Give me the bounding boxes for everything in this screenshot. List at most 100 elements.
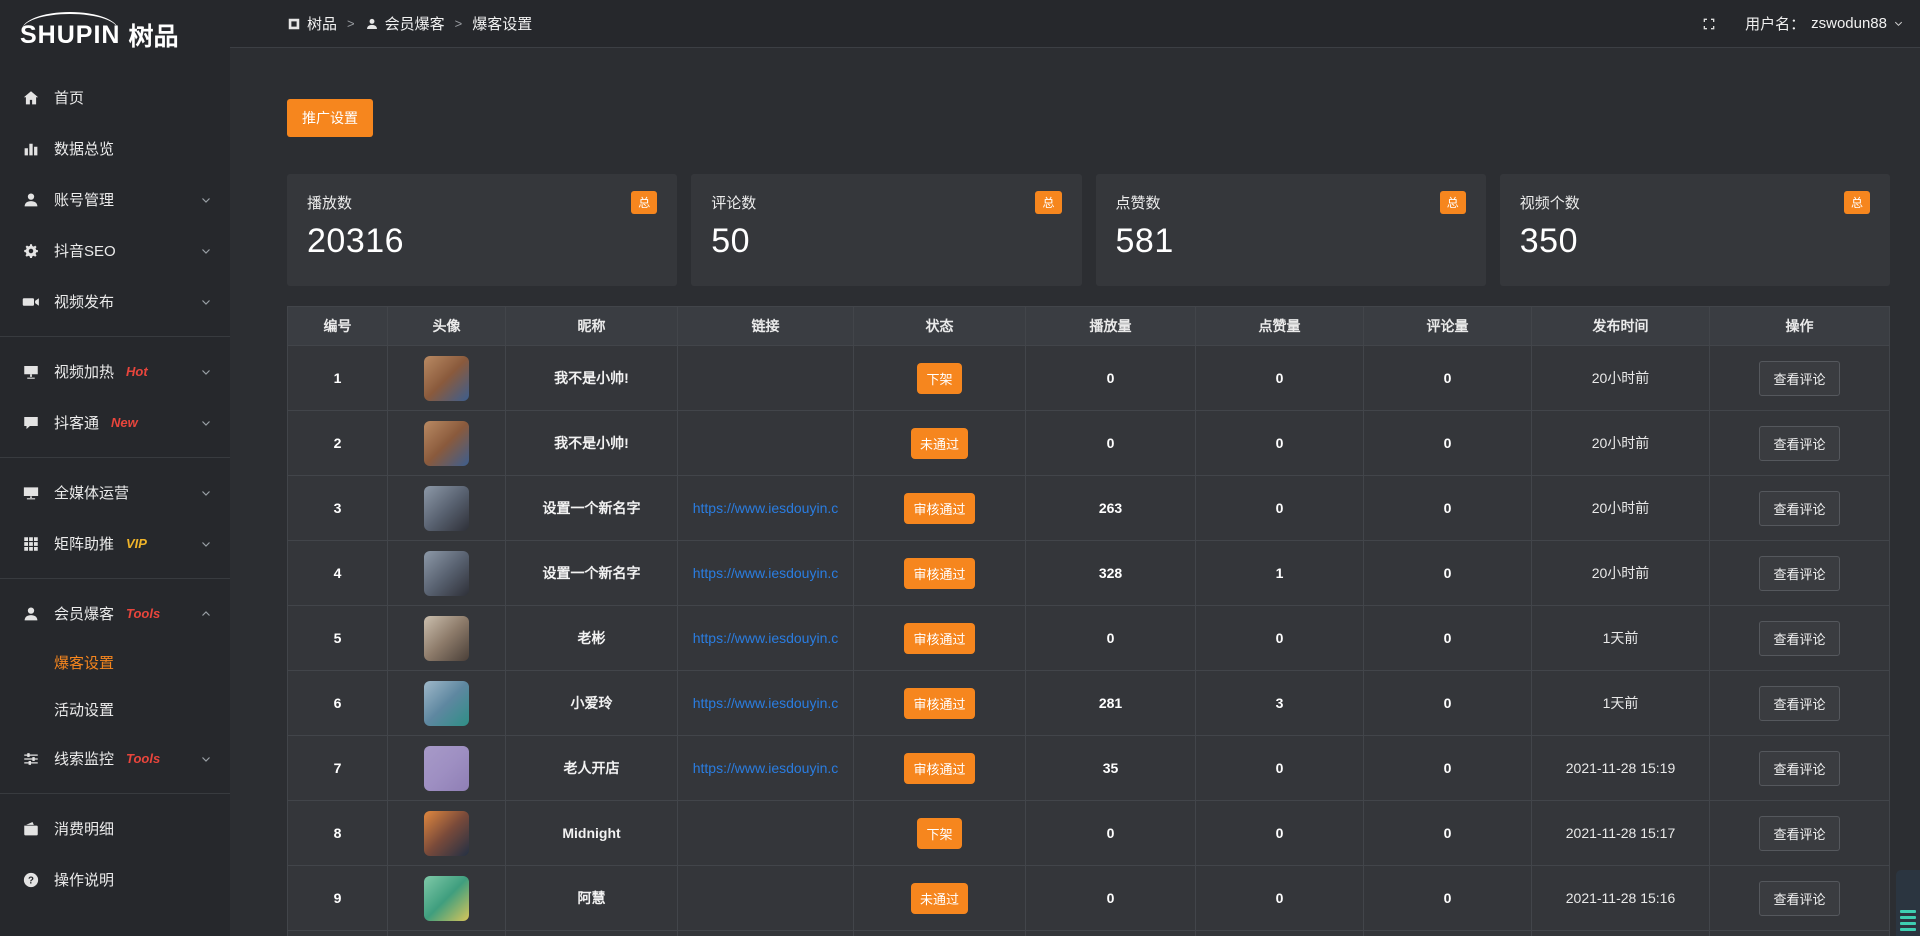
status-badge[interactable]: 审核通过: [904, 623, 974, 654]
avatar: [424, 421, 469, 466]
cell-comments: 0: [1364, 866, 1532, 931]
promotion-settings-button[interactable]: 推广设置: [287, 99, 373, 137]
video-link[interactable]: https://www.iesdouyin.c: [693, 500, 839, 516]
view-comments-button[interactable]: 查看评论: [1759, 621, 1839, 656]
sidebar-item-视频加热[interactable]: 视频加热 Hot: [0, 346, 230, 397]
video-link[interactable]: https://www.iesdouyin.c: [693, 760, 839, 776]
fullscreen-icon[interactable]: [1701, 16, 1717, 32]
cell-comments: 0: [1364, 541, 1532, 606]
stat-card: 点赞数 总 581: [1096, 174, 1486, 286]
view-comments-button[interactable]: 查看评论: [1759, 881, 1839, 916]
chevron-down-icon: [200, 538, 212, 550]
avatar: [424, 356, 469, 401]
stat-card: 播放数 总 20316: [287, 174, 677, 286]
sidebar-item-label: 抖客通: [54, 412, 99, 433]
status-badge[interactable]: 审核通过: [904, 493, 974, 524]
table-header-发布时间: 发布时间: [1532, 307, 1710, 346]
sidebar-item-label: 首页: [54, 87, 84, 108]
cell-publish-time: 2021-11-28 15:16: [1532, 866, 1710, 931]
cell-publish-time: 1天前: [1532, 671, 1710, 736]
breadcrumb-section[interactable]: 会员爆客: [365, 13, 445, 34]
cell-nickname: [506, 931, 678, 936]
chevron-up-icon: [200, 608, 212, 620]
total-badge: 总: [1035, 191, 1061, 214]
sidebar-item-消费明细[interactable]: 消费明细: [0, 803, 230, 854]
table-header-row: 编号 头像 昵称 链接 状态 播放量 点赞量 评论量 发布时间 操作: [288, 307, 1889, 346]
cell-plays: 35: [1026, 736, 1196, 801]
sidebar-item-首页[interactable]: 首页: [0, 72, 230, 123]
sidebar-item-抖客通[interactable]: 抖客通 New: [0, 397, 230, 448]
sidebar-item-tag: Hot: [126, 364, 148, 379]
support-widget[interactable]: [1896, 870, 1920, 936]
sidebar-divider: [0, 457, 230, 458]
sidebar-item-视频发布[interactable]: 视频发布: [0, 276, 230, 327]
sidebar-item-操作说明[interactable]: ? 操作说明: [0, 854, 230, 905]
sidebar-item-账号管理[interactable]: 账号管理: [0, 174, 230, 225]
video-link[interactable]: https://www.iesdouyin.c: [693, 630, 839, 646]
table-header-状态: 状态: [854, 307, 1026, 346]
cell-nickname: 小爱玲: [506, 671, 678, 736]
video-link[interactable]: https://www.iesdouyin.c: [693, 695, 839, 711]
avatar: [424, 811, 469, 856]
grid-icon: [22, 535, 40, 553]
table-row: 5 老彬 https://www.iesdouyin.c 审核通过 0 0 0 …: [288, 606, 1889, 671]
status-badge[interactable]: 未通过: [911, 428, 968, 459]
breadcrumb-home[interactable]: 树品: [287, 13, 337, 34]
status-badge[interactable]: 下架: [917, 818, 961, 849]
cell-comments: 0: [1364, 346, 1532, 411]
status-badge[interactable]: 审核通过: [904, 558, 974, 589]
table-header-操作: 操作: [1710, 307, 1889, 346]
view-comments-button[interactable]: 查看评论: [1759, 751, 1839, 786]
sliders-icon: [22, 750, 40, 768]
cell-id: 7: [288, 736, 388, 801]
cell-plays: 0: [1026, 866, 1196, 931]
cell-nickname: 设置一个新名字: [506, 476, 678, 541]
status-badge[interactable]: 审核通过: [904, 753, 974, 784]
sidebar-subitem-label: 活动设置: [54, 699, 114, 720]
view-comments-button[interactable]: 查看评论: [1759, 491, 1839, 526]
table-row: 6 小爱玲 https://www.iesdouyin.c 审核通过 281 3…: [288, 671, 1889, 736]
view-comments-button[interactable]: 查看评论: [1759, 816, 1839, 851]
sidebar-item-全媒体运营[interactable]: 全媒体运营: [0, 467, 230, 518]
sidebar-item-抖音SEO[interactable]: 抖音SEO: [0, 225, 230, 276]
user-menu[interactable]: 用户名：zswodun88: [1745, 13, 1904, 34]
cell-id: 2: [288, 411, 388, 476]
stat-card-label: 评论数: [711, 192, 756, 213]
cell-likes: 0: [1196, 476, 1364, 541]
question-icon: ?: [22, 871, 40, 889]
status-badge[interactable]: 未通过: [911, 883, 968, 914]
sidebar-item-label: 账号管理: [54, 189, 114, 210]
total-badge: 总: [631, 191, 657, 214]
status-badge[interactable]: 审核通过: [904, 688, 974, 719]
view-comments-button[interactable]: 查看评论: [1759, 361, 1839, 396]
sidebar-item-矩阵助推[interactable]: 矩阵助推 VIP: [0, 518, 230, 569]
view-comments-button[interactable]: 查看评论: [1759, 686, 1839, 721]
table-row: 8 Midnight 下架 0 0 0 2021-11-28 15:17 查看评…: [288, 801, 1889, 866]
app-logo[interactable]: SHUPIN 树品: [0, 0, 230, 58]
sidebar-item-tag: New: [111, 415, 138, 430]
sidebar-item-label: 操作说明: [54, 869, 114, 890]
cell-nickname: 我不是小帅!: [506, 346, 678, 411]
breadcrumb-label: 爆客设置: [472, 13, 532, 34]
videos-table: 编号 头像 昵称 链接 状态 播放量 点赞量 评论量 发布时间 操作 1 我不是…: [287, 306, 1890, 936]
user-icon: [365, 17, 379, 31]
sidebar-subitem-爆客设置[interactable]: 爆客设置: [0, 639, 230, 686]
topbar-right: 用户名：zswodun88: [1701, 13, 1904, 34]
video-link[interactable]: https://www.iesdouyin.c: [693, 565, 839, 581]
cell-id: 6: [288, 671, 388, 736]
cell-likes: 1: [1196, 541, 1364, 606]
cell-nickname: 我不是小帅!: [506, 411, 678, 476]
status-badge[interactable]: 下架: [917, 363, 961, 394]
view-comments-button[interactable]: 查看评论: [1759, 426, 1839, 461]
cell-likes: 3: [1196, 671, 1364, 736]
view-comments-button[interactable]: 查看评论: [1759, 556, 1839, 591]
breadcrumb-current: 爆客设置: [472, 13, 532, 34]
cell-id: 4: [288, 541, 388, 606]
sidebar-subitem-活动设置[interactable]: 活动设置: [0, 686, 230, 733]
sidebar-item-label: 消费明细: [54, 818, 114, 839]
sidebar-item-数据总览[interactable]: 数据总览: [0, 123, 230, 174]
sidebar-item-线索监控[interactable]: 线索监控 Tools: [0, 733, 230, 784]
table-row: 4 设置一个新名字 https://www.iesdouyin.c 审核通过 3…: [288, 541, 1889, 606]
cell-nickname: 老人开店: [506, 736, 678, 801]
sidebar-item-会员爆客[interactable]: 会员爆客 Tools: [0, 588, 230, 639]
